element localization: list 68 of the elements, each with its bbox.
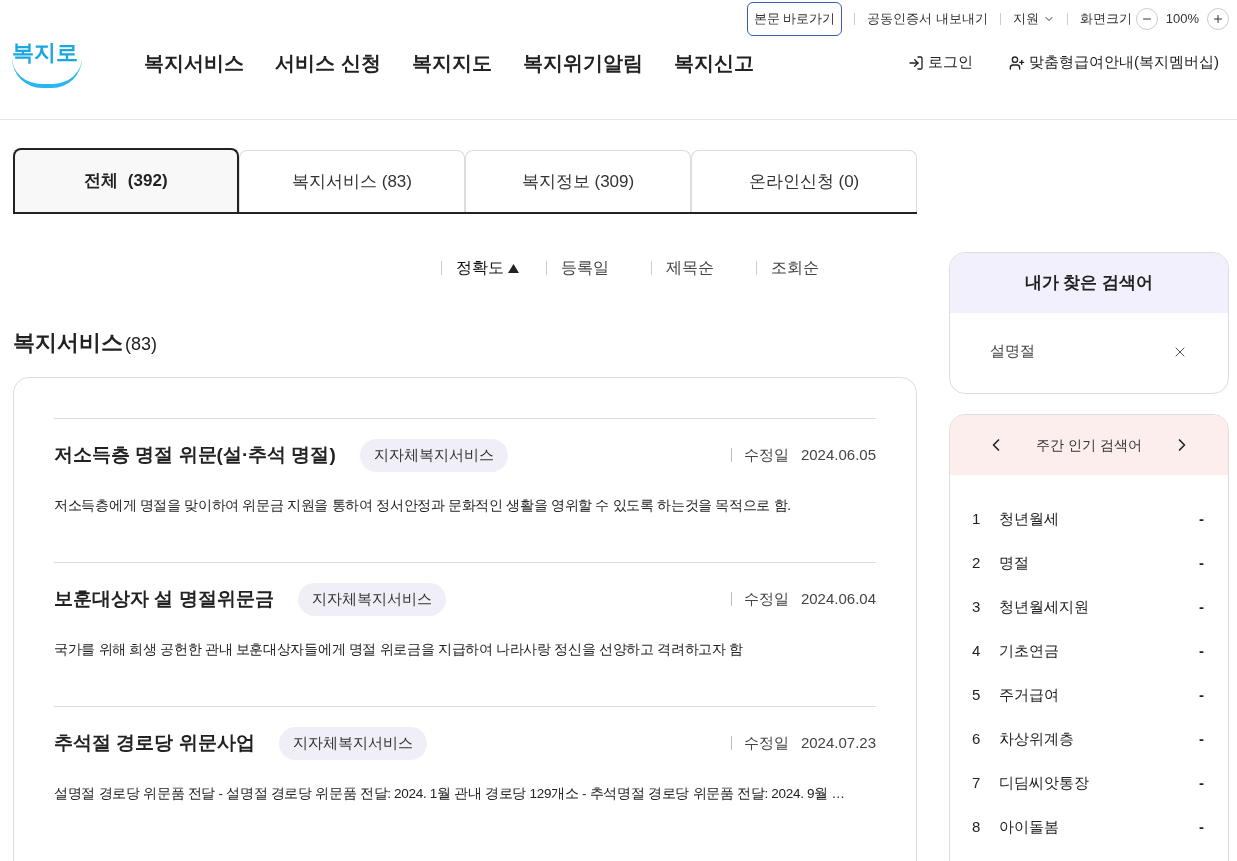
result-summary: 저소득층에게 명절을 맞이하여 위문금 지원을 통하여 정서안정과 문화적인 생활을 영위할 수 있도록 하는것을 목적으로 함. — [54, 496, 791, 515]
popular-search-term[interactable]: 청년월세지원 — [999, 595, 1089, 619]
filter-tab[interactable]: 복지서비스 (83) — [239, 150, 465, 212]
plus-icon — [1212, 12, 1224, 25]
popular-search-term[interactable]: 청년월세 — [999, 507, 1059, 531]
login-link[interactable]: 로그인 — [908, 51, 973, 74]
sort-option[interactable]: 등록일 — [547, 256, 651, 280]
filter-tab[interactable]: 전체 (392) — [13, 148, 239, 212]
date-label: 수정일 — [743, 733, 789, 753]
rank-change: - — [1199, 772, 1204, 793]
popular-search-term[interactable]: 주거급여 — [999, 683, 1059, 707]
sort-option[interactable]: 정확도 — [442, 256, 546, 280]
nav-link[interactable]: 복지지도 — [411, 47, 492, 78]
login-icon — [908, 54, 924, 71]
rank-number: 5 — [972, 684, 982, 705]
result-summary: 설명절 경로당 위문품 전달 - 설명절 경로당 위문품 전달: 2024. 1월 관내 경로당 129개소 - 추석명절 경로당 위문품 전달: 2024. 9월 … — [54, 784, 845, 803]
triangle-up-icon — [508, 263, 519, 273]
date-value: 2024.06.05 — [799, 445, 876, 465]
membership-link[interactable]: 맞춤형급여안내(복지멤버십) — [1009, 51, 1219, 74]
rank-change: - — [1199, 640, 1204, 661]
sort-option[interactable]: 제목순 — [652, 256, 756, 280]
sort-option[interactable]: 조회순 — [757, 256, 861, 280]
popular-search-term[interactable]: 차상위계층 — [999, 727, 1074, 751]
section-count: (83) — [125, 333, 157, 356]
utility-link[interactable]: 지원 — [1012, 9, 1055, 29]
popular-search-term[interactable]: 아이돌봄 — [999, 815, 1059, 839]
rank-number: 1 — [972, 508, 982, 529]
rank-change: - — [1199, 684, 1204, 705]
rank-number: 2 — [972, 552, 982, 573]
utility-link[interactable]: 공동인증서 내보내기 — [867, 9, 988, 29]
nav-link[interactable]: 복지신고 — [673, 47, 754, 78]
rank-change: - — [1199, 728, 1204, 749]
category-tag: 지자체복지서비스 — [359, 439, 508, 472]
zoom-value: 100% — [1165, 10, 1199, 28]
rank-change: - — [1199, 816, 1204, 837]
popular-search-term[interactable]: 기초연금 — [999, 639, 1059, 663]
rank-number: 8 — [972, 816, 982, 837]
date-value: 2024.06.04 — [799, 589, 876, 609]
rank-change: - — [1199, 508, 1204, 529]
result-title[interactable]: 보훈대상자 설 명절위문금 — [54, 585, 274, 614]
skip-link[interactable]: 본문 바로가기 — [746, 2, 843, 36]
result-title[interactable]: 저소득층 명절 위문(설·추석 명절) — [54, 441, 336, 470]
rank-number: 7 — [972, 772, 982, 793]
date-label: 수정일 — [743, 445, 789, 465]
popular-search-term[interactable]: 명절 — [999, 551, 1029, 575]
nav-link[interactable]: 복지서비스 — [144, 47, 244, 78]
section-title: 복지서비스 — [13, 329, 123, 357]
panel-title: 내가 찾은 검색어 — [1024, 272, 1154, 295]
rank-change: - — [1199, 552, 1204, 573]
filter-tab[interactable]: 복지정보 (309) — [465, 150, 691, 212]
result-summary: 국가를 위해 희생 공헌한 관내 보훈대상자들에게 명절 위로금을 지급하여 나라사랑 정신을 선양하고 격려하고자 함 — [54, 640, 743, 659]
category-tag: 지자체복지서비스 — [297, 583, 446, 616]
nav-link[interactable]: 복지위기알림 — [522, 47, 643, 78]
filter-tab[interactable]: 온라인신청 (0) — [691, 150, 917, 212]
zoom-label: 화면크기 — [1079, 10, 1132, 28]
rank-number: 3 — [972, 596, 982, 617]
date-label: 수정일 — [743, 589, 789, 609]
nav-link[interactable]: 서비스 신청 — [275, 47, 381, 78]
rank-number: 4 — [972, 640, 982, 661]
panel-title: 주간 인기 검색어 — [1036, 435, 1142, 455]
result-title[interactable]: 추석절 경로당 위문사업 — [54, 729, 255, 758]
user-plus-icon — [1009, 54, 1025, 71]
popular-search-term[interactable]: 디딤씨앗통장 — [999, 771, 1089, 795]
recent-search-term[interactable]: 설명절 — [990, 340, 1035, 363]
date-value: 2024.07.23 — [799, 733, 876, 753]
rank-change: - — [1199, 596, 1204, 617]
category-tag: 지자체복지서비스 — [278, 727, 427, 760]
rank-number: 6 — [972, 728, 982, 749]
